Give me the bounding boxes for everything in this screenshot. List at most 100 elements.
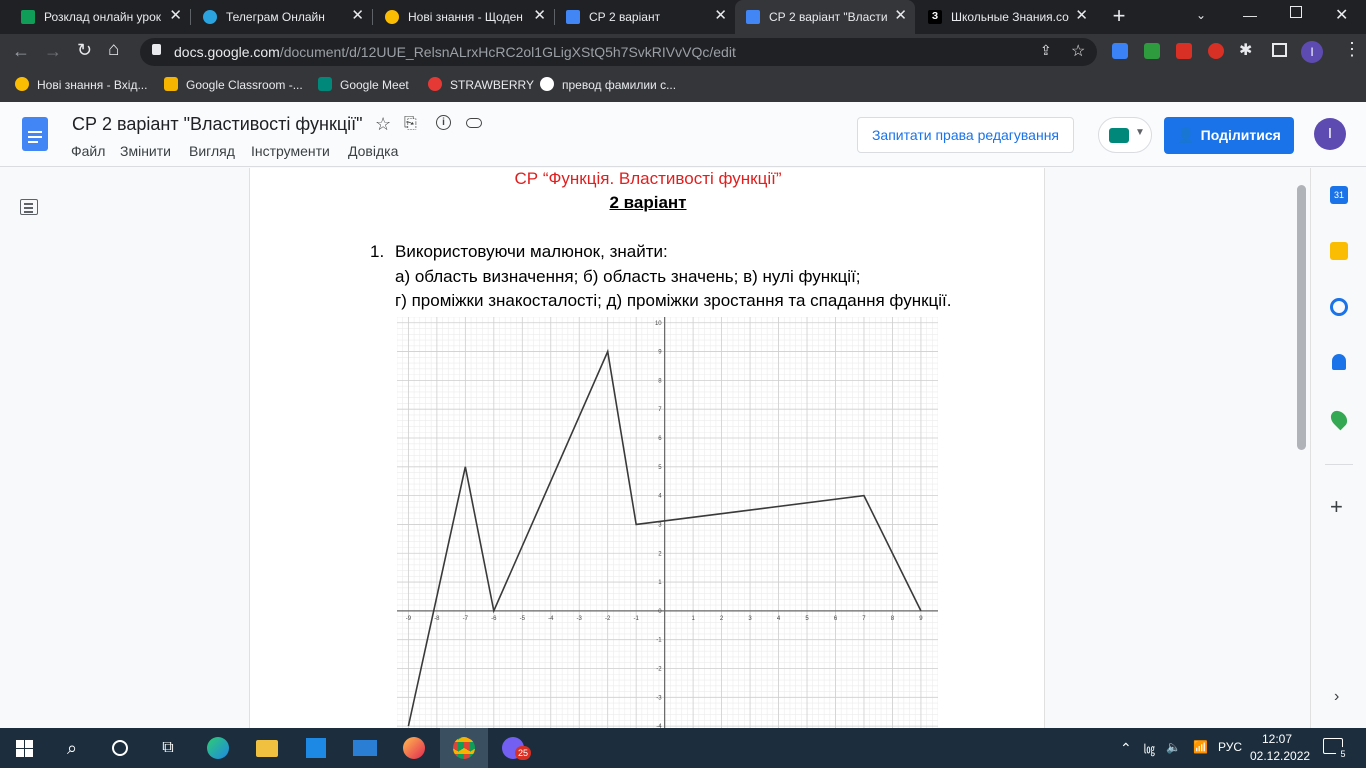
tab-4-active[interactable]: СР 2 варіант "Властив ✕ [735, 0, 915, 34]
y-tick-label: -1 [656, 638, 662, 644]
pdf-icon[interactable] [1176, 43, 1192, 59]
maps-icon[interactable] [1327, 407, 1351, 431]
bookmark-item[interactable]: STRAWBERRY [428, 77, 534, 92]
language-indicator[interactable]: РУС [1218, 740, 1242, 754]
chevron-up-icon[interactable]: ⌃ [1120, 740, 1132, 757]
info-icon[interactable]: i [436, 115, 451, 130]
close-icon[interactable]: ✕ [894, 8, 907, 24]
minimize-button[interactable]: — [1243, 7, 1257, 23]
url-text: docs.google.com/document/d/12UUE_RelsnAL… [174, 44, 736, 60]
y-tick-label: 2 [658, 551, 662, 557]
url-path: /document/d/12UUE_RelsnALrxHcRC2ol1GLigX… [279, 44, 736, 60]
star-icon[interactable]: ☆ [1071, 41, 1085, 61]
tab-1[interactable]: Телеграм Онлайн ✕ [182, 0, 372, 34]
url-host: docs.google.com [174, 44, 280, 60]
input-method-icon[interactable]: ㏒ [1143, 740, 1155, 757]
new-tab-button[interactable]: + [1108, 5, 1130, 27]
scrollbar-thumb[interactable] [1297, 185, 1306, 450]
cortana-icon[interactable] [96, 728, 144, 768]
clock[interactable]: 12:07 02.12.2022 [1250, 731, 1311, 765]
close-icon[interactable]: ✕ [351, 8, 364, 24]
user-avatar[interactable]: I [1314, 118, 1346, 150]
store-icon[interactable] [292, 728, 340, 768]
explorer-icon[interactable] [243, 728, 291, 768]
edge-icon[interactable] [194, 728, 242, 768]
menu-help[interactable]: Довідка [348, 143, 398, 159]
tab-label: Розклад онлайн урок [44, 10, 162, 24]
network-icon[interactable]: 📶 [1193, 740, 1208, 754]
bookmark-item[interactable]: Нові знання - Вхід... [15, 77, 147, 92]
reload-icon[interactable]: ↻ [77, 40, 92, 61]
star-icon[interactable]: ☆ [375, 114, 391, 135]
menu-file[interactable]: Файл [71, 143, 105, 159]
task-view-icon[interactable]: ⧉ [144, 728, 192, 768]
tab-label: Школьные Знания.со [951, 10, 1069, 24]
outline-icon[interactable] [20, 199, 38, 215]
mail-icon[interactable] [341, 728, 389, 768]
tab-search-icon[interactable]: ⌄ [1196, 8, 1206, 22]
meet-icon [1109, 128, 1129, 143]
share-page-icon[interactable]: ⇪ [1040, 42, 1052, 59]
forward-icon[interactable]: → [44, 41, 62, 62]
home-icon[interactable]: ⌂ [108, 39, 119, 61]
close-icon[interactable]: ✕ [1075, 8, 1088, 24]
tasks-icon[interactable] [1330, 298, 1348, 316]
bookmarks-bar: Нові знання - Вхід... Google Classroom -… [0, 70, 1366, 102]
chrome-icon[interactable] [440, 728, 488, 768]
puzzle-icon[interactable]: ✱ [1239, 40, 1252, 60]
share-button[interactable]: 👤 Поділитися [1164, 117, 1294, 154]
bookmark-item[interactable]: Google Classroom -... [164, 77, 303, 92]
volume-icon[interactable]: 🔈 [1166, 740, 1181, 754]
viber-icon[interactable]: 25 [489, 728, 537, 768]
chevron-right-icon[interactable]: › [1334, 688, 1339, 706]
tab-2[interactable]: Нові знання - Щоден ✕ [364, 0, 554, 34]
question-line: Використовуючи малюнок, знайти: [395, 242, 668, 261]
tab-0[interactable]: Розклад онлайн урок ✕ [0, 0, 190, 34]
extension-ip-icon[interactable] [1112, 43, 1128, 59]
keep-icon[interactable] [1330, 242, 1348, 260]
back-icon[interactable]: ← [12, 41, 30, 62]
firefox-icon[interactable] [390, 728, 438, 768]
move-to-drive-icon[interactable]: ⎘ [404, 115, 417, 133]
search-icon[interactable]: ⌕ [48, 728, 96, 768]
windows-icon[interactable] [0, 728, 48, 768]
y-tick-label: 7 [658, 407, 662, 413]
bookmark-item[interactable]: Google Meet [318, 77, 409, 92]
request-edit-button[interactable]: Запитати права редагування [857, 117, 1074, 153]
docs-logo-icon[interactable] [22, 117, 48, 151]
profile-avatar[interactable]: I [1301, 41, 1323, 63]
contacts-icon[interactable] [1332, 354, 1346, 370]
tab-3[interactable]: СР 2 варіант ✕ [545, 0, 735, 34]
notifications-icon[interactable]: 5 [1323, 738, 1350, 761]
x-tick-label: -8 [434, 616, 440, 622]
bookmark-item[interactable]: превод фамилии с... [540, 77, 676, 92]
extension-green-icon[interactable] [1144, 43, 1160, 59]
address-bar[interactable]: docs.google.com/document/d/12UUE_RelsnAL… [140, 38, 1097, 66]
notifications-count: 5 [1336, 747, 1350, 761]
docs-icon [746, 10, 760, 24]
question-line: а) область визначення; б) область значен… [395, 267, 861, 286]
add-icon[interactable]: + [1330, 494, 1343, 520]
window-close-button[interactable]: ✕ [1335, 5, 1348, 25]
tab-5[interactable]: З Школьные Знания.со ✕ [916, 0, 1096, 34]
x-tick-label: -5 [520, 616, 526, 622]
document-title[interactable]: СР 2 варіант "Властивості функції" [72, 114, 363, 135]
meet-button[interactable]: ▼ [1098, 117, 1152, 153]
menu-tools[interactable]: Інструменти [251, 143, 330, 159]
close-icon[interactable]: ✕ [714, 8, 727, 24]
more-menu-icon[interactable]: ⋮ [1343, 39, 1361, 60]
adblock-icon[interactable] [1208, 43, 1224, 59]
document-page[interactable]: СР “Функція. Властивості функції” 2 варі… [249, 168, 1045, 729]
calendar-icon[interactable]: 31 [1330, 186, 1348, 204]
menu-edit[interactable]: Змінити [120, 143, 171, 159]
restore-button[interactable] [1290, 6, 1302, 18]
date: 02.12.2022 [1250, 749, 1311, 763]
question-number: 1. [370, 242, 385, 261]
close-icon[interactable]: ✕ [169, 8, 182, 24]
time: 12:07 [1261, 732, 1293, 746]
menu-view[interactable]: Вигляд [189, 143, 235, 159]
cloud-status-icon[interactable] [466, 118, 482, 128]
x-tick-label: -3 [577, 616, 583, 622]
side-panel-icon[interactable] [1272, 43, 1287, 57]
telegram-icon [203, 10, 217, 24]
